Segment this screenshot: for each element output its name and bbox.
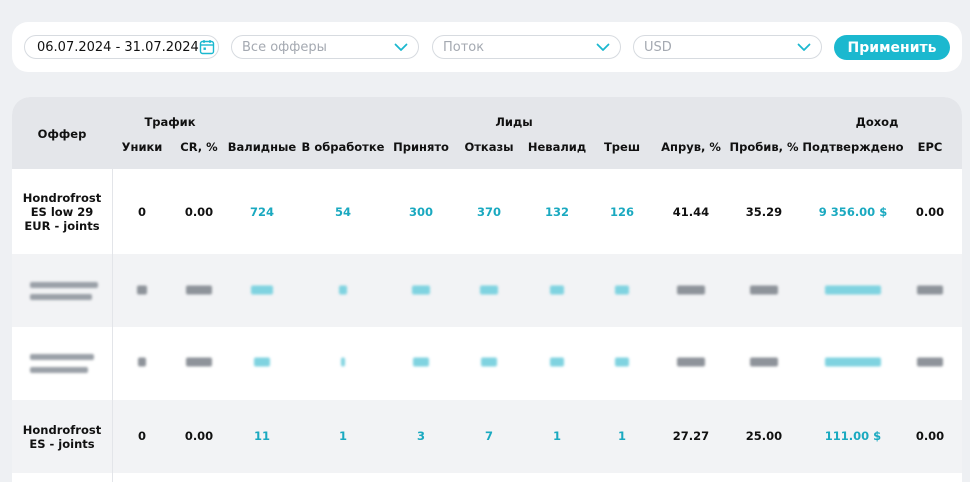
table-row: Hondrofrost ES low 29 EUR - joints 0 0.0… — [12, 169, 962, 254]
table-row: Hondrofrost ES - joints 0 0.00 11 1 3 7 … — [12, 400, 962, 473]
column-header[interactable]: EPC — [918, 140, 943, 154]
column-header[interactable]: Невалид — [528, 140, 586, 154]
column-header[interactable]: Отказы — [464, 140, 513, 154]
redacted-value — [186, 285, 212, 295]
epc-value: 0.00 — [915, 205, 945, 219]
redacted-value — [615, 285, 629, 295]
filter-bar: 06.07.2024 - 31.07.2024 Все офферы Поток… — [12, 22, 962, 72]
flow-select-placeholder: Поток — [443, 39, 485, 55]
redacted-value — [254, 357, 270, 367]
approve-value: 41.44 — [672, 205, 710, 219]
redacted-value — [677, 285, 705, 295]
column-header[interactable]: Принято — [393, 140, 449, 154]
offer-column-header[interactable]: Оффер — [38, 127, 87, 141]
redacted-value — [186, 357, 212, 367]
redacted-value — [341, 357, 345, 367]
trash-value[interactable]: 126 — [610, 205, 634, 219]
chevron-down-icon — [797, 43, 811, 52]
redacted-value — [137, 285, 147, 295]
redacted-value — [413, 357, 429, 367]
uniques-value: 0 — [137, 205, 147, 219]
column-header[interactable]: В обработке — [302, 140, 385, 154]
cr-value: 0.00 — [184, 205, 214, 219]
redacted-text — [30, 282, 98, 288]
table-row-redacted — [12, 254, 962, 327]
table-row — [12, 473, 962, 482]
confirmed-value[interactable]: 111.00 $ — [825, 429, 881, 443]
redacted-value — [917, 285, 943, 295]
redacted-value — [481, 357, 497, 367]
approve-value: 27.27 — [672, 429, 710, 443]
redacted-value — [750, 357, 778, 367]
penetration-value: 35.29 — [745, 205, 783, 219]
valid-value[interactable]: 11 — [254, 429, 270, 443]
redacted-value — [251, 285, 273, 295]
offer-name-redacted — [12, 254, 113, 327]
offer-name: Hondrofrost ES - joints — [12, 400, 113, 473]
column-header[interactable]: Валидные — [228, 140, 296, 154]
offers-select-placeholder: Все офферы — [242, 39, 327, 55]
redacted-value — [480, 285, 498, 295]
trash-value[interactable]: 1 — [618, 429, 626, 443]
redacted-value — [138, 357, 146, 367]
redacted-value — [339, 285, 347, 295]
in-processing-value[interactable]: 1 — [339, 429, 347, 443]
redacted-value — [825, 357, 881, 367]
in-processing-value[interactable]: 54 — [335, 205, 351, 219]
date-range-value: 06.07.2024 - 31.07.2024 — [37, 39, 199, 55]
calendar-icon[interactable] — [199, 39, 215, 55]
redacted-value — [550, 357, 564, 367]
column-header[interactable]: Треш — [604, 140, 640, 154]
accepted-value[interactable]: 300 — [409, 205, 433, 219]
stats-table: Оффер Трафик Лиды Доход Уники CR, % Вали… — [12, 97, 962, 482]
column-header[interactable]: Подтверждено — [802, 140, 903, 154]
uniques-value: 0 — [137, 429, 147, 443]
redacted-value — [615, 357, 629, 367]
income-group-header: Доход — [855, 115, 899, 129]
redacted-text — [30, 354, 94, 360]
apply-button[interactable]: Применить — [834, 35, 950, 60]
cr-value: 0.00 — [184, 429, 214, 443]
date-range-field[interactable]: 06.07.2024 - 31.07.2024 — [24, 35, 219, 59]
redacted-text — [30, 294, 92, 300]
invalid-value[interactable]: 132 — [545, 205, 569, 219]
column-header[interactable]: CR, % — [180, 140, 217, 154]
redacted-value — [825, 285, 881, 295]
confirmed-value[interactable]: 9 356.00 $ — [819, 205, 887, 219]
penetration-value: 25.00 — [745, 429, 783, 443]
redacted-text — [30, 367, 88, 373]
invalid-value[interactable]: 1 — [553, 429, 561, 443]
flow-select[interactable]: Поток — [432, 35, 621, 59]
redacted-value — [412, 285, 430, 295]
chevron-down-icon — [596, 43, 610, 52]
column-header[interactable]: Пробив, % — [729, 140, 798, 154]
offer-name: Hondrofrost ES low 29 EUR - joints — [12, 169, 113, 254]
redacted-value — [917, 357, 943, 367]
chevron-down-icon — [394, 43, 408, 52]
rejected-value[interactable]: 370 — [477, 205, 501, 219]
rejected-value[interactable]: 7 — [485, 429, 493, 443]
currency-select-placeholder: USD — [644, 39, 672, 55]
redacted-value — [550, 285, 564, 295]
redacted-value — [750, 285, 778, 295]
column-header[interactable]: Апрув, % — [661, 140, 721, 154]
leads-group-header: Лиды — [495, 115, 533, 129]
valid-value[interactable]: 724 — [250, 205, 274, 219]
column-header[interactable]: Уники — [122, 140, 163, 154]
table-header: Оффер Трафик Лиды Доход Уники CR, % Вали… — [12, 97, 962, 169]
offer-name-redacted — [12, 327, 113, 400]
traffic-group-header: Трафик — [144, 115, 196, 129]
redacted-value — [677, 357, 705, 367]
table-row-redacted — [12, 327, 962, 400]
epc-value: 0.00 — [915, 429, 945, 443]
accepted-value[interactable]: 3 — [417, 429, 425, 443]
offer-name — [12, 473, 113, 482]
offers-select[interactable]: Все офферы — [231, 35, 419, 59]
currency-select[interactable]: USD — [633, 35, 822, 59]
